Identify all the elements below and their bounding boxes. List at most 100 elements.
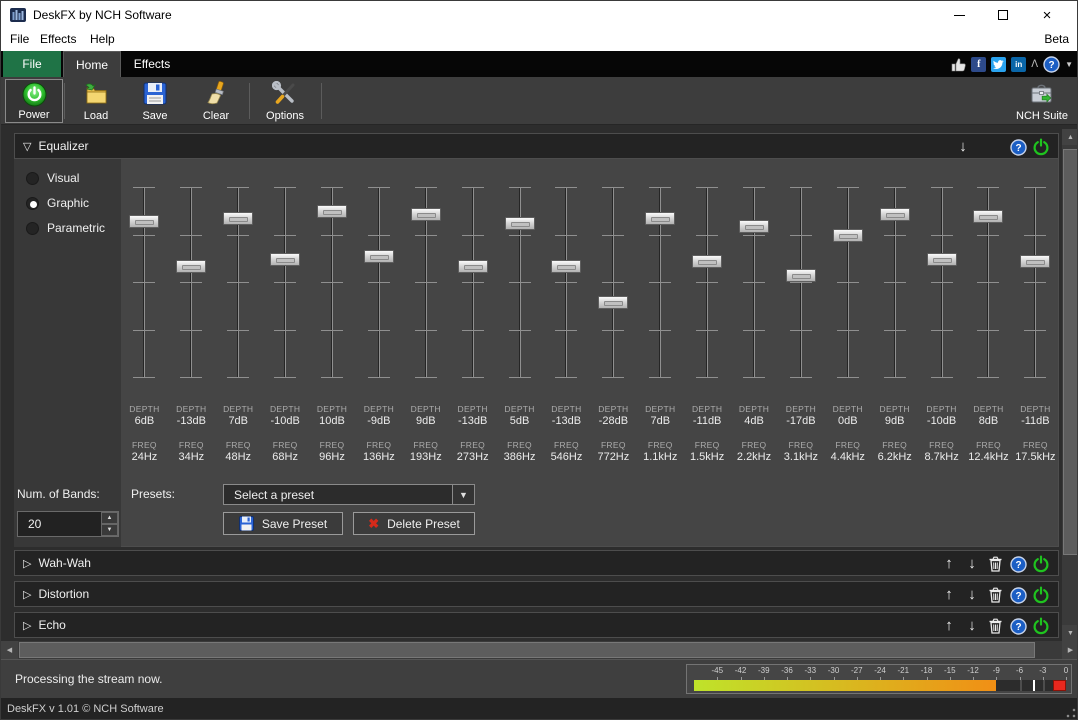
panel-power-icon[interactable] <box>1032 617 1050 635</box>
eq-band-slider[interactable] <box>637 166 683 401</box>
vertical-scrollbar-thumb[interactable] <box>1063 149 1078 555</box>
collapse-ribbon-icon[interactable]: ᐱ <box>1031 59 1038 70</box>
move-down-icon[interactable]: ↓ <box>954 138 972 156</box>
slider-handle[interactable] <box>880 208 910 221</box>
eq-band-slider[interactable] <box>450 166 496 401</box>
mode-parametric[interactable]: Parametric <box>26 221 105 235</box>
vertical-scrollbar[interactable]: ▲ ▼ <box>1062 129 1078 649</box>
slider-handle[interactable] <box>786 269 816 282</box>
slider-handle[interactable] <box>270 253 300 266</box>
slider-handle[interactable] <box>411 208 441 221</box>
slider-handle[interactable] <box>692 255 722 268</box>
save-button[interactable]: Save <box>127 79 183 123</box>
scroll-down-icon[interactable]: ▼ <box>1062 625 1078 641</box>
eq-band-slider[interactable] <box>309 166 355 401</box>
slider-handle[interactable] <box>458 260 488 273</box>
menu-help[interactable]: Help <box>90 32 115 46</box>
panel-help-icon[interactable]: ? <box>1009 586 1027 604</box>
eq-band-slider[interactable] <box>543 166 589 401</box>
mode-visual[interactable]: Visual <box>26 171 79 185</box>
slider-track[interactable] <box>1034 188 1036 378</box>
horizontal-scrollbar-thumb[interactable] <box>19 642 1035 658</box>
clear-button[interactable]: Clear <box>187 79 245 123</box>
slider-handle[interactable] <box>364 250 394 263</box>
eq-band-slider[interactable] <box>965 166 1011 401</box>
move-up-icon[interactable]: ↑ <box>940 555 958 573</box>
slider-track[interactable] <box>847 188 849 378</box>
options-button[interactable]: Options <box>253 79 317 123</box>
power-button[interactable]: Power <box>5 79 63 123</box>
tab-effects[interactable]: Effects <box>123 51 181 77</box>
panel-power-icon[interactable] <box>1032 586 1050 604</box>
slider-handle[interactable] <box>1020 255 1050 268</box>
delete-effect-icon[interactable] <box>986 586 1004 604</box>
menu-file[interactable]: File <box>10 32 29 46</box>
panel-help-icon[interactable]: ? <box>1009 138 1027 156</box>
slider-handle[interactable] <box>739 220 769 233</box>
eq-band-slider[interactable] <box>497 166 543 401</box>
save-preset-button[interactable]: Save Preset <box>223 512 343 535</box>
radio-parametric[interactable] <box>26 222 39 235</box>
scroll-left-icon[interactable]: ◀ <box>1 641 18 659</box>
horizontal-scrollbar[interactable]: ◀ ▶ <box>1 641 1078 659</box>
scroll-up-icon[interactable]: ▲ <box>1062 129 1078 145</box>
num-bands-spinner[interactable]: 20 ▲ ▼ <box>17 511 119 537</box>
slider-handle[interactable] <box>223 212 253 225</box>
help-dropdown-icon[interactable]: ▼ <box>1065 60 1073 69</box>
nch-suite-button[interactable]: NCH Suite <box>1009 79 1075 123</box>
scroll-right-icon[interactable]: ▶ <box>1062 641 1078 659</box>
eq-band-slider[interactable] <box>872 166 918 401</box>
slider-track[interactable] <box>753 188 755 378</box>
delete-effect-icon[interactable] <box>986 617 1004 635</box>
slider-track[interactable] <box>612 188 614 378</box>
eq-band-slider[interactable] <box>825 166 871 401</box>
slider-handle[interactable] <box>973 210 1003 223</box>
tab-home[interactable]: Home <box>63 51 121 77</box>
eq-band-slider[interactable] <box>731 166 777 401</box>
preset-dropdown[interactable]: Select a preset ▼ <box>223 484 475 505</box>
slider-handle[interactable] <box>645 212 675 225</box>
close-button[interactable]: × <box>1025 1 1069 29</box>
delete-effect-icon[interactable] <box>986 555 1004 573</box>
distortion-panel-header[interactable]: ▷ Distortion ↑↓? <box>14 581 1059 607</box>
collapse-expanded-icon[interactable]: ▽ <box>23 140 31 153</box>
move-up-icon[interactable]: ↑ <box>940 586 958 604</box>
maximize-button[interactable] <box>981 1 1025 29</box>
collapse-collapsed-icon[interactable]: ▷ <box>23 557 31 570</box>
panel-help-icon[interactable]: ? <box>1009 555 1027 573</box>
slider-handle[interactable] <box>129 215 159 228</box>
linkedin-icon[interactable]: in <box>1011 57 1026 72</box>
eq-band-slider[interactable] <box>121 166 167 401</box>
tab-file[interactable]: File <box>3 51 61 77</box>
panel-power-icon[interactable] <box>1032 138 1050 156</box>
eq-band-slider[interactable] <box>215 166 261 401</box>
collapse-collapsed-icon[interactable]: ▷ <box>23 619 31 632</box>
slider-track[interactable] <box>941 188 943 378</box>
slider-track[interactable] <box>284 188 286 378</box>
equalizer-panel-header[interactable]: ▽ Equalizer ↓ ? <box>14 133 1059 159</box>
eq-band-slider[interactable] <box>262 166 308 401</box>
slider-track[interactable] <box>565 188 567 378</box>
slider-handle[interactable] <box>927 253 957 266</box>
menu-effects[interactable]: Effects <box>40 32 76 46</box>
move-down-icon[interactable]: ↓ <box>963 555 981 573</box>
eq-band-slider[interactable] <box>919 166 965 401</box>
panel-power-icon[interactable] <box>1032 555 1050 573</box>
facebook-icon[interactable]: f <box>971 57 986 72</box>
eq-band-slider[interactable] <box>168 166 214 401</box>
panel-help-icon[interactable]: ? <box>1009 617 1027 635</box>
slider-handle[interactable] <box>833 229 863 242</box>
slider-track[interactable] <box>706 188 708 378</box>
minimize-button[interactable] <box>937 1 981 29</box>
eq-band-slider[interactable] <box>684 166 730 401</box>
eq-band-slider[interactable] <box>1012 166 1058 401</box>
delete-preset-button[interactable]: ✖ Delete Preset <box>353 512 475 535</box>
dropdown-arrow-icon[interactable]: ▼ <box>452 485 474 504</box>
echo-panel-header[interactable]: ▷ Echo ↑↓? <box>14 612 1059 638</box>
help-icon[interactable]: ? <box>1043 56 1060 73</box>
move-up-icon[interactable]: ↑ <box>940 617 958 635</box>
spinner-down-icon[interactable]: ▼ <box>101 524 118 536</box>
slider-handle[interactable] <box>551 260 581 273</box>
mode-graphic[interactable]: Graphic <box>26 196 89 210</box>
slider-track[interactable] <box>800 188 802 378</box>
